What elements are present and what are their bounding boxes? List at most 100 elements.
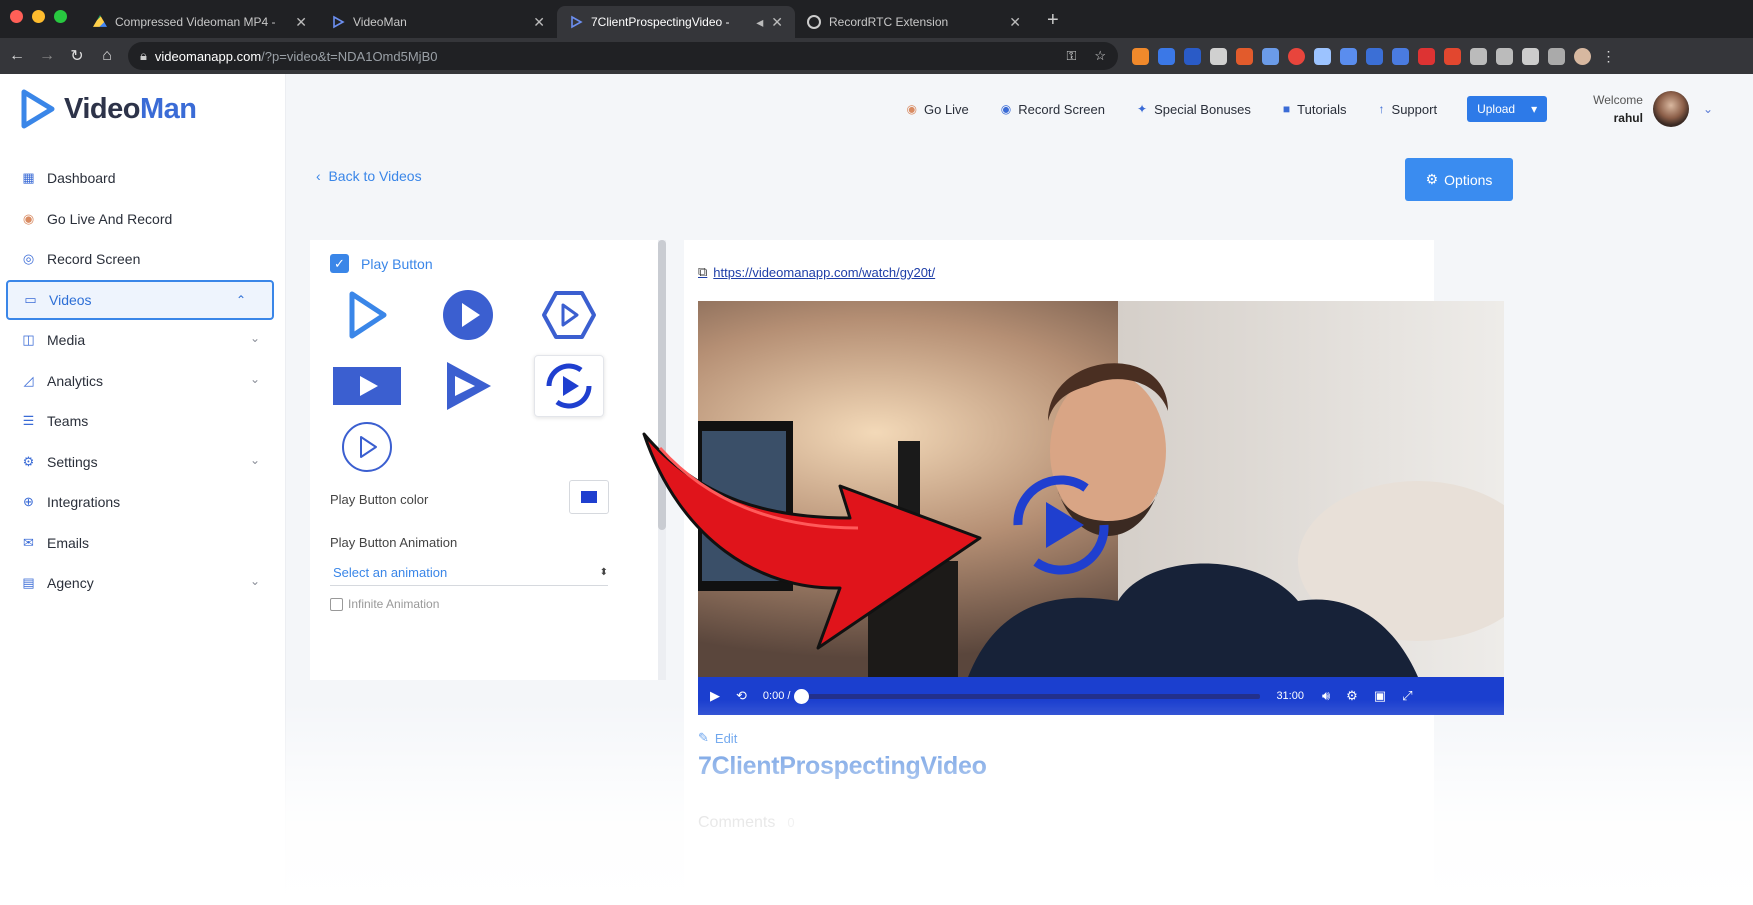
play-style-outline-triangle[interactable] [332,284,402,346]
back-to-videos-link[interactable]: ‹ Back to Videos [316,168,422,184]
forward-arrow-icon[interactable]: → [34,47,60,65]
address-bar[interactable]: 🔒︎ videomanapp.com/?p=video&t=NDA1Omd5Mj… [128,42,1118,70]
extension-icon[interactable] [1470,47,1487,65]
thin-circle-play-icon [342,422,392,472]
share-link[interactable]: ⧉ https://videomanapp.com/watch/gy20t/ [698,264,935,280]
sidebar-item-integrations[interactable]: ⊕ Integrations [0,482,286,523]
emails-icon: ✉ [23,534,34,550]
special-bonuses-link[interactable]: ✦ Special Bonuses [1137,102,1251,117]
record-screen-link[interactable]: ◉ Record Screen [1001,102,1105,117]
animation-select[interactable]: Select an animation ⬍ [330,560,608,586]
progress-bar[interactable] [794,688,1261,704]
url-path: /?p=video&t=NDA1Omd5MjB0 [261,48,438,64]
sidebar-item-agency[interactable]: ▤ Agency ⌄ [0,563,286,604]
play-style-rectangle[interactable] [332,355,402,417]
puzzle-extension-icon[interactable] [1522,47,1539,65]
play-style-split-triangle[interactable] [433,355,503,417]
sidebar: VideoMan ▦ Dashboard ◉ Go Live And Record … [0,74,286,905]
extension-icon[interactable] [1444,47,1461,65]
sidebar-item-label: Go Live And Record [47,210,173,227]
picture-in-picture-icon[interactable]: ▣ [1374,688,1386,704]
gear-icon: ⚙ [1425,171,1439,187]
play-icon[interactable]: ▶ [710,688,720,704]
support-label: Support [1391,101,1438,117]
replay-icon[interactable]: ⟲ [736,688,747,704]
sidebar-item-settings[interactable]: ⚙ Settings ⌄ [0,442,286,483]
rss-extension-icon[interactable] [1132,47,1149,65]
go-live-link[interactable]: ◉ Go Live [907,102,969,117]
mute-tab-icon[interactable]: ◂ [756,14,763,31]
sidebar-nav: ▦ Dashboard ◉ Go Live And Record ◎ Record S… [0,158,286,604]
close-tab-icon[interactable]: ✕ [295,14,307,31]
play-style-ring-selected[interactable] [534,355,604,417]
sidebar-item-go-live-and-record[interactable]: ◉ Go Live And Record [0,199,286,240]
browser-tab[interactable]: VideoMan ✕ [319,6,557,38]
extension-icon[interactable] [1366,47,1383,65]
extension-icon[interactable] [1418,47,1435,65]
maximize-window-button[interactable] [54,10,67,23]
home-icon[interactable]: ⌂ [94,47,120,65]
sidebar-item-label: Dashboard [47,170,116,187]
avatar[interactable] [1652,91,1689,127]
extension-icon[interactable] [1288,47,1305,65]
close-tab-icon[interactable]: ✕ [1009,14,1021,31]
options-button[interactable]: ⚙ Options [1405,158,1513,201]
extension-icon[interactable] [1184,47,1201,65]
logo[interactable]: VideoMan [18,88,197,130]
progress-handle[interactable] [794,688,810,704]
record-screen-label: Record Screen [1018,101,1105,117]
sidebar-item-dashboard[interactable]: ▦ Dashboard [0,158,286,199]
play-button-color-picker[interactable] [569,480,609,514]
upload-button[interactable]: Upload ▾ [1467,96,1548,122]
sidebar-item-analytics[interactable]: ◿ Analytics ⌄ [0,361,286,402]
support-link[interactable]: ↑ Support [1379,102,1438,117]
close-window-button[interactable] [10,10,23,23]
logo-word-part1: Video [64,92,140,125]
extension-icon[interactable] [1496,47,1513,65]
extension-icon[interactable] [1210,47,1227,65]
tutorials-link[interactable]: ■ Tutorials [1283,102,1347,117]
extension-icon[interactable] [1340,47,1357,65]
play-style-thin-circle[interactable] [332,416,402,478]
infinite-animation-checkbox[interactable]: Infinite Animation [330,597,439,611]
menu-dots-icon[interactable]: ⋮ [1600,48,1617,65]
extension-icon[interactable] [1392,47,1409,65]
browser-tab[interactable]: RecordRTC Extension ✕ [795,6,1033,38]
sidebar-item-emails[interactable]: ✉ Emails [0,523,286,564]
extension-icon[interactable] [1262,47,1279,65]
back-link-label: Back to Videos [328,168,422,184]
play-button-checkbox[interactable]: ✓ Play Button [330,254,433,273]
back-arrow-icon[interactable]: ← [4,47,30,65]
new-tab-button[interactable]: + [1033,9,1073,38]
sidebar-item-record-screen[interactable]: ◎ Record Screen [0,239,286,280]
tab-title: 7ClientProspectingVideo - [591,15,730,29]
chevron-down-icon[interactable]: ⌄ [1703,102,1713,116]
play-button-animation-label: Play Button Animation [330,535,458,550]
browser-toolbar: ← → ↻ ⌂ 🔒︎ videomanapp.com/?p=video&t=ND… [0,38,1753,74]
play-style-filled-circle[interactable] [433,284,503,346]
close-tab-icon[interactable]: ✕ [771,14,783,31]
fullscreen-icon[interactable]: ⤢ [1402,688,1412,704]
download-extension-icon[interactable] [1158,47,1175,65]
tab-title: Compressed Videoman MP4 - [115,15,276,29]
sidebar-item-media[interactable]: ◫ Media ⌄ [0,320,286,361]
bookmark-star-icon[interactable]: ☆ [1094,48,1106,64]
ring-play-overlay-icon[interactable] [1006,470,1116,580]
sidebar-item-videos[interactable]: ▭ Videos ⌃ [6,279,274,320]
extension-icon[interactable] [1314,47,1331,65]
extension-icon[interactable] [1236,47,1253,65]
browser-tab-active[interactable]: 7ClientProspectingVideo - ◂ ✕ [557,6,795,38]
sidebar-item-teams[interactable]: ☰ Teams [0,401,286,442]
minimize-window-button[interactable] [32,10,45,23]
reading-list-icon[interactable] [1548,47,1565,65]
profile-avatar-icon[interactable] [1574,47,1591,65]
edit-button[interactable]: ✎ Edit [698,730,737,746]
play-style-hexagon[interactable] [534,284,604,346]
settings-gear-icon[interactable]: ⚙ [1346,688,1358,704]
reload-icon[interactable]: ↻ [64,46,90,66]
integrations-icon: ⊕ [23,494,34,510]
volume-icon[interactable]: 🔊︎ [1322,688,1330,704]
close-tab-icon[interactable]: ✕ [533,14,545,31]
browser-tab[interactable]: Compressed Videoman MP4 - ✕ [81,6,319,38]
key-icon[interactable]: ⚿ [1066,48,1076,64]
